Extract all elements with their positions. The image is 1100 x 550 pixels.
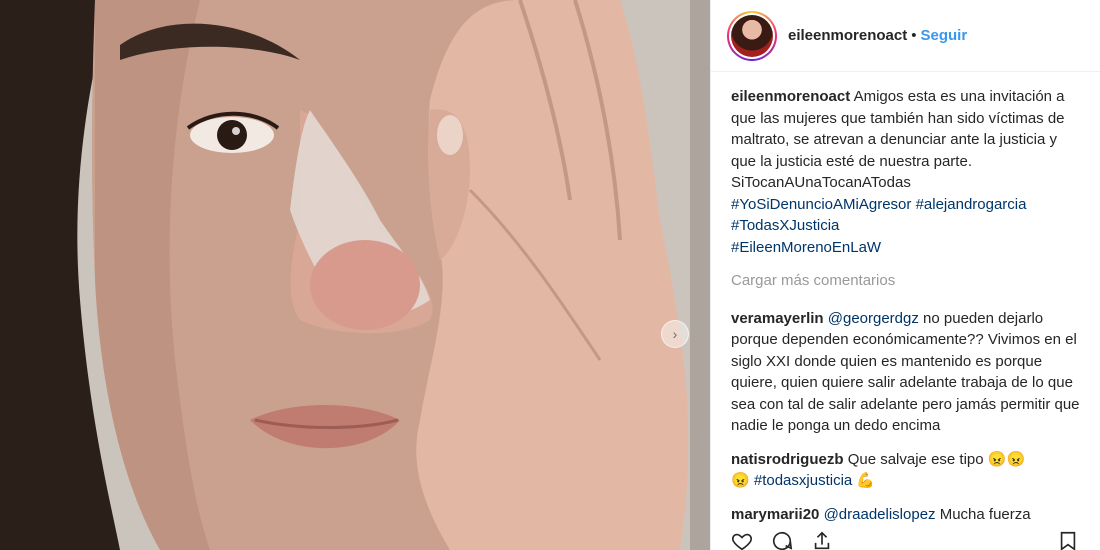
comment-username[interactable]: veramayerlin	[731, 310, 824, 327]
action-bar	[711, 530, 1100, 550]
comment-text: no pueden dejarlo porque dependen económ…	[731, 309, 1080, 435]
caption-username[interactable]: eileenmorenoact	[731, 88, 850, 105]
hashtag-link[interactable]: #YoSiDenuncioAMiAgresor	[731, 196, 911, 213]
hashtag-link[interactable]: #todasxjusticia	[754, 472, 852, 489]
mention-link[interactable]: @draadelislopez	[824, 506, 936, 523]
load-more-comments-button[interactable]: Cargar más comentarios	[731, 270, 1084, 292]
angry-face-emoji: 😠😠	[987, 450, 1026, 468]
angry-face-emoji: 😠	[731, 472, 750, 489]
separator-dot: •	[911, 27, 917, 44]
hashtag-link[interactable]: #TodasXJusticia	[731, 217, 839, 234]
bookmark-icon[interactable]	[1057, 530, 1079, 550]
mention-link[interactable]: @georgerdgz	[828, 310, 919, 327]
flexed-biceps-emoji: 💪	[856, 472, 876, 489]
photo-illustration	[0, 0, 710, 550]
caption: eileenmorenoact Amigos esta es una invit…	[731, 86, 1084, 258]
avatar[interactable]	[731, 14, 773, 57]
comment-item: natisrodriguezb Que salvaje ese tipo 😠😠 …	[731, 449, 1084, 492]
story-ring[interactable]	[727, 10, 777, 61]
heart-icon[interactable]	[731, 530, 753, 550]
comment-text: Mucha fuerza	[939, 505, 1031, 523]
comment-username[interactable]: natisrodriguezb	[731, 451, 844, 468]
comment-username[interactable]: marymarii20	[731, 506, 819, 523]
comment-item: marymarii20 @draadelislopez Mucha fuerza	[731, 504, 1084, 526]
comment-text: Que salvaje ese tipo	[847, 450, 984, 468]
comments-list: eileenmorenoact Amigos esta es una invit…	[711, 72, 1100, 525]
share-icon[interactable]	[811, 530, 833, 550]
chevron-right-icon: ›	[672, 326, 678, 342]
hashtag-link[interactable]: #EileenMorenoEnLaW	[731, 239, 881, 256]
comment-icon[interactable]	[771, 530, 793, 550]
post-header: eileenmorenoact • Seguir	[711, 0, 1100, 72]
comment-item: veramayerlin @georgerdgz no pueden dejar…	[731, 308, 1084, 437]
post-photo[interactable]: ›	[0, 0, 710, 550]
follow-button[interactable]: Seguir	[920, 27, 967, 44]
hashtag-link[interactable]: #alejandrogarcia	[916, 196, 1027, 213]
post-side-panel: eileenmorenoact • Seguir eileenmorenoact…	[710, 0, 1100, 550]
carousel-next-button[interactable]: ›	[661, 320, 689, 348]
header-username[interactable]: eileenmorenoact	[788, 27, 907, 44]
